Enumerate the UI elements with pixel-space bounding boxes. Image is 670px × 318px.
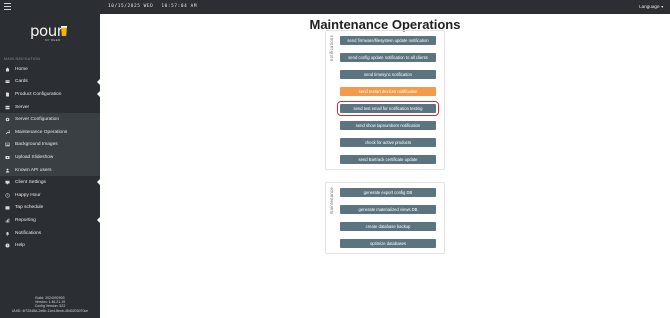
sidebar-item-product-configuration[interactable]: Product Configuration: [0, 88, 100, 101]
sidebar-item-label: Happy Hour: [15, 192, 41, 198]
build-info: Build: 2024092903 Version: 1.46.21.19 Co…: [0, 296, 100, 313]
notifications-section-label: notifications: [329, 35, 334, 62]
generate-materialized-views-button[interactable]: generate materialized views DB: [340, 205, 436, 214]
sidebar-item-reporting[interactable]: Reporting: [0, 214, 100, 227]
slideshow-icon: [5, 155, 10, 159]
sidebar-item-tap-schedule[interactable]: Tap schedule: [0, 202, 100, 215]
sidebar-item-background-images[interactable]: Background Images: [0, 138, 100, 152]
send-timesync-button[interactable]: send timesync notification: [340, 70, 436, 79]
home-icon: [5, 67, 10, 72]
bell-icon: [6, 231, 9, 236]
sidebar-item-label: Cards: [15, 79, 28, 85]
uuid-text: UUID: 4f72048A-2e6b-11e4-8ecb-4540203070…: [11, 308, 89, 313]
clock-display: 10/15/2025 WED 10:57:04 AM: [108, 4, 197, 9]
nav-heading: Main Navigation: [4, 57, 41, 61]
card-icon: [5, 80, 10, 84]
expand-arrow-icon: [97, 217, 100, 224]
sidebar-item-label: Reporting: [15, 217, 36, 223]
expand-arrow-icon: [97, 179, 100, 186]
sidebar-item-client-settings[interactable]: Client Settings: [0, 176, 100, 189]
sidebar-item-label: Notifications: [15, 230, 42, 236]
send-test-email-button[interactable]: send test email for notification testing: [337, 101, 439, 116]
sidebar-item-label: Tap schedule: [15, 205, 44, 211]
sidebar-item-home[interactable]: Home: [0, 63, 100, 76]
sidebar-item-label: Help: [15, 243, 25, 249]
document-icon: [6, 92, 9, 97]
chart-icon: [5, 218, 10, 223]
sidebar-item-label: Product Configuration: [15, 91, 62, 97]
sidebar-item-label: Background Images: [15, 142, 58, 148]
sidebar-item-label: Client Settings: [15, 180, 46, 186]
sidebar-item-label: Home: [15, 66, 28, 72]
send-bartrack-certificate-button[interactable]: send Bartrack certificate update: [340, 155, 436, 164]
expand-arrow-icon: [97, 91, 100, 98]
date-text: 10/15/2025 WED: [108, 4, 154, 9]
sidebar-item-notifications[interactable]: Notifications: [0, 227, 100, 240]
sidebar-item-cards[interactable]: Cards: [0, 76, 100, 89]
sidebar-item-server-configuration[interactable]: Server Configuration: [0, 113, 100, 126]
check-active-products-button[interactable]: check for active products: [340, 138, 436, 147]
monitor-icon: [5, 180, 10, 185]
sidebar-item-upload-slideshow[interactable]: Upload Slideshow: [0, 151, 100, 164]
language-label: Language: [639, 4, 660, 9]
caret-down-icon: ▼: [660, 5, 664, 9]
sidebar-item-server[interactable]: Server: [0, 101, 100, 114]
logo: pour MY BEER: [30, 22, 74, 48]
image-icon: [5, 143, 10, 147]
sidebar-item-label: Upload Slideshow: [15, 154, 54, 160]
language-dropdown[interactable]: Language▼: [639, 4, 664, 9]
sidebar-item-maintenance-operations[interactable]: Maintenance Operations: [0, 125, 100, 139]
sidebar-nav: Home Cards Product Configuration Server …: [0, 63, 100, 252]
clock-icon: [5, 193, 10, 198]
sidebar-item-help[interactable]: ? Help: [0, 239, 100, 252]
beer-glass-icon: [61, 26, 67, 36]
send-firmware-update-button[interactable]: send firmware/filesystem update notifica…: [340, 36, 436, 45]
expand-arrow-icon: [97, 78, 100, 85]
gear-icon: [5, 117, 10, 122]
generate-export-config-db-button[interactable]: generate export config DB: [340, 188, 436, 197]
sidebar-item-happy-hour[interactable]: Happy Hour: [0, 189, 100, 202]
top-bar: 10/15/2025 WED 10:57:04 AM Language▼: [0, 0, 670, 14]
sidebar-item-label: Server Configuration: [15, 117, 59, 123]
maintenance-section-label: maintenance: [329, 187, 334, 215]
help-icon: ?: [5, 243, 10, 248]
notifications-panel: notifications send firmware/filesystem u…: [325, 30, 445, 170]
maintenance-panel: maintenance generate export config DB ge…: [325, 182, 445, 254]
time-text: 10:57:04 AM: [161, 4, 198, 9]
send-config-update-button[interactable]: send config update notification to all c…: [340, 53, 436, 62]
sidebar-item-known-api-users[interactable]: Known API users: [0, 163, 100, 177]
logo-subtext: MY BEER: [45, 38, 61, 42]
sidebar-item-label: Maintenance Operations: [15, 129, 68, 135]
server-icon: [5, 105, 10, 109]
optimize-databases-button[interactable]: optimize databases: [340, 239, 436, 248]
calendar-icon: [5, 206, 10, 210]
menu-icon[interactable]: [4, 3, 11, 10]
sidebar: pour MY BEER Main Navigation Home Cards …: [0, 14, 100, 318]
wrench-icon: [5, 130, 10, 135]
send-show-tapnumbers-button[interactable]: send show tapnumbers notification: [340, 121, 436, 130]
sidebar-item-label: Server: [15, 104, 30, 110]
sidebar-item-label: Known API users: [15, 167, 52, 173]
users-icon: [5, 168, 10, 173]
create-database-backup-button[interactable]: create database backup: [340, 222, 436, 231]
send-restart-devices-button[interactable]: send restart devices notification: [340, 87, 436, 96]
